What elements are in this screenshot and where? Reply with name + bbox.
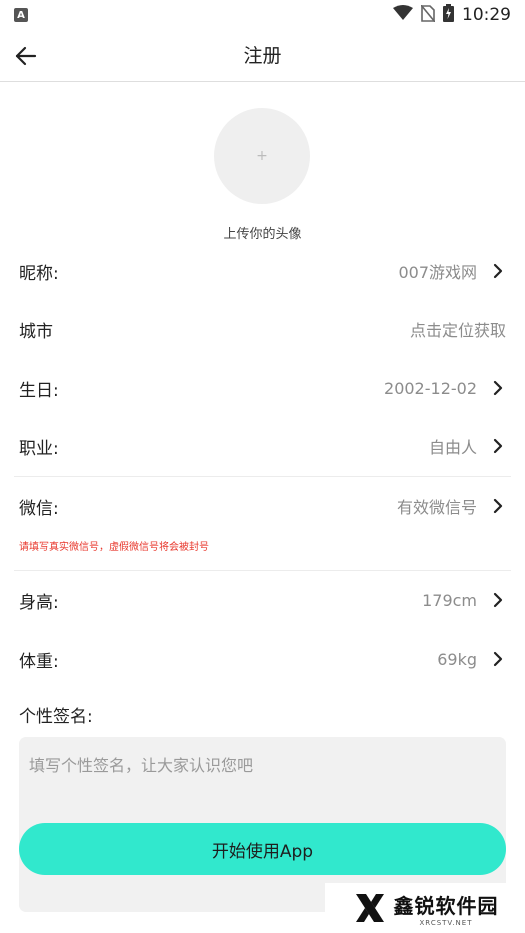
navigation-bar: 注册 [0,30,525,82]
chevron-right-icon [489,591,507,609]
city-label: 城市 [19,321,53,342]
chevron-right-icon [489,379,507,397]
battery-charging-icon [443,4,454,26]
height-label: 身高: [19,592,59,613]
arrow-left-icon [15,46,37,66]
start-using-app-button[interactable]: 开始使用App [19,823,506,875]
divider [14,476,511,477]
wechat-label: 微信: [19,498,59,519]
weight-label: 体重: [19,651,59,672]
wechat-value: 有效微信号 [396,498,477,517]
avatar-upload-button[interactable]: + [214,108,310,204]
status-time: 10:29 [462,5,511,25]
back-button[interactable] [10,40,42,72]
avatar-caption: 上传你的头像 [223,227,302,242]
occupation-value: 自由人 [428,438,477,457]
nickname-row[interactable]: 昵称: 007游戏网 [0,247,525,295]
watermark-sub-text: XRCSTV.NET [419,918,473,927]
status-left: A [14,8,28,22]
birthday-value: 2002-12-02 [384,378,477,398]
plus-icon: + [256,148,268,164]
app-notification-icon: A [14,8,28,22]
signature-placeholder: 填写个性签名，让大家认识您吧 [29,756,254,775]
city-row[interactable]: 城市 点击定位获取 [0,305,525,353]
signature-label: 个性签名: [19,707,93,727]
chevron-right-icon [489,650,507,668]
no-sim-icon [420,3,436,26]
birthday-label: 生日: [19,380,59,401]
birthday-row[interactable]: 生日: 2002-12-02 [0,364,525,412]
divider [14,570,511,571]
nickname-value: 007游戏网 [398,263,477,282]
height-row[interactable]: 身高: 179cm [0,576,525,624]
chevron-right-icon [489,497,507,515]
wechat-warning-text: 请填写真实微信号，虚假微信号将会被封号 [19,542,209,553]
nickname-label: 昵称: [19,263,59,284]
chevron-right-icon [489,262,507,280]
watermark-texts: 鑫锐软件园 XRCSTV.NET [394,890,499,927]
watermark: 鑫锐软件园 XRCSTV.NET [325,883,525,933]
height-value: 179cm [422,590,477,610]
weight-value: 69kg [437,649,477,669]
wechat-row[interactable]: 微信: 有效微信号 [0,482,525,530]
wifi-icon [393,5,413,25]
weight-row[interactable]: 体重: 69kg [0,635,525,683]
occupation-label: 职业: [19,438,59,459]
watermark-logo-icon [355,894,384,922]
occupation-row[interactable]: 职业: 自由人 [0,422,525,470]
watermark-main-text: 鑫锐软件园 [393,893,499,918]
city-value: 点击定位获取 [409,321,506,340]
chevron-right-icon [489,437,507,455]
status-bar: A 10:29 [0,0,525,30]
page-title: 注册 [243,45,282,67]
status-right: 10:29 [393,3,511,26]
